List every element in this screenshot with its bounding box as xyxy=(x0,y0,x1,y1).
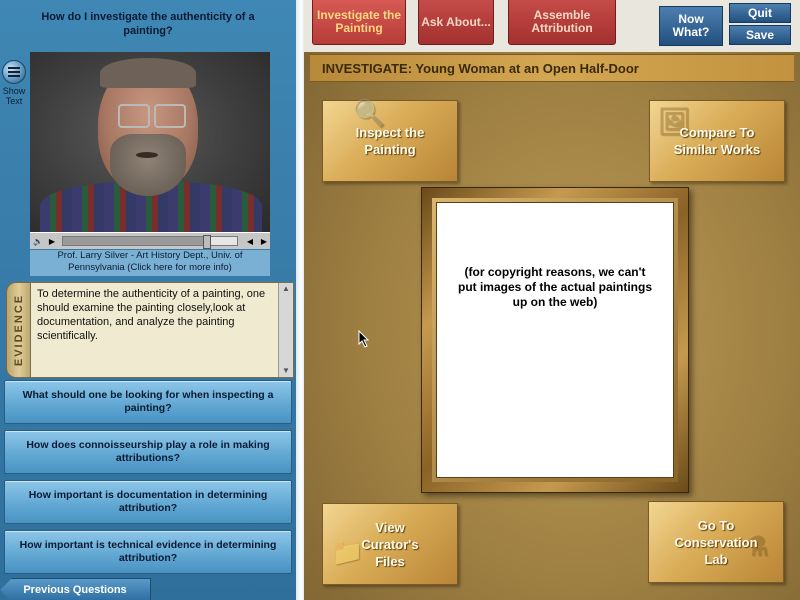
tab-ask-about[interactable]: Ask About... xyxy=(418,0,494,45)
curator-files-button[interactable]: 📁 View Curator's Files xyxy=(322,503,458,585)
frame-inner: (for copyright reasons, we can't put ima… xyxy=(432,198,678,482)
painting-canvas[interactable]: (for copyright reasons, we can't put ima… xyxy=(436,202,674,478)
video-hair xyxy=(100,58,196,88)
video-glasses-right xyxy=(154,104,186,128)
tab-investigate[interactable]: Investigate the Painting xyxy=(312,0,406,45)
show-text-icon[interactable] xyxy=(2,60,26,84)
page-title: INVESTIGATE: Young Woman at an Open Half… xyxy=(310,54,794,82)
video-mouth xyxy=(136,152,158,158)
video-player[interactable] xyxy=(30,52,270,232)
evidence-text: To determine the authenticity of a paint… xyxy=(37,288,266,342)
quit-button[interactable]: Quit xyxy=(729,3,791,23)
copyright-note: (for copyright reasons, we can't put ima… xyxy=(457,265,653,309)
question-title: How do I investigate the authenticity of… xyxy=(41,11,255,37)
magnifier-icon: 🔍 xyxy=(353,98,386,128)
evidence-tab-label: EVIDENCE xyxy=(13,293,25,367)
play-icon[interactable]: ▶ xyxy=(46,235,58,247)
scroll-up-icon[interactable]: ▲ xyxy=(279,283,293,295)
mouse-cursor-icon xyxy=(358,330,370,348)
previous-questions-button[interactable]: Previous Questions xyxy=(0,578,151,600)
question-button-2[interactable]: How does connoisseurship play a role in … xyxy=(4,430,292,474)
inspect-painting-button[interactable]: 🔍 Inspect the Painting xyxy=(322,100,458,182)
compare-works-label: Compare To Similar Works xyxy=(673,125,761,157)
question-button-4[interactable]: How important is technical evidence in d… xyxy=(4,530,292,574)
evidence-tab: EVIDENCE xyxy=(6,282,32,378)
save-button[interactable]: Save xyxy=(729,25,791,45)
show-text-toggle[interactable]: Show Text xyxy=(0,60,28,120)
step-forward-icon[interactable]: ▶ xyxy=(258,235,270,247)
question-button-1[interactable]: What should one be looking for when insp… xyxy=(4,380,292,424)
tab-assemble-attribution[interactable]: Assemble Attribution xyxy=(508,0,616,45)
video-beard xyxy=(110,134,186,196)
video-progress-fill xyxy=(63,237,206,245)
video-progress-slider[interactable] xyxy=(62,235,238,249)
conservation-lab-label: Go To Conservation Lab xyxy=(674,517,758,567)
video-glasses-left xyxy=(118,104,150,128)
question-button-3[interactable]: How important is documentation in determ… xyxy=(4,480,292,524)
step-back-icon[interactable]: ◀ xyxy=(244,235,256,247)
video-progress-thumb[interactable] xyxy=(202,235,211,249)
show-text-label: Show Text xyxy=(2,86,26,106)
inspect-painting-label: Inspect the Painting xyxy=(355,125,425,157)
volume-icon[interactable]: 🔈 xyxy=(32,235,44,247)
painting-frame: (for copyright reasons, we can't put ima… xyxy=(421,187,689,493)
video-controls: 🔈 ▶ ◀ ▶ xyxy=(30,232,270,249)
video-caption-link[interactable]: Prof. Larry Silver - Art History Dept., … xyxy=(30,250,270,276)
scroll-down-icon[interactable]: ▼ xyxy=(279,365,293,377)
evidence-box: To determine the authenticity of a paint… xyxy=(30,282,294,378)
conservation-lab-button[interactable]: ⚗ Go To Conservation Lab xyxy=(648,501,784,583)
now-what-button[interactable]: Now What? xyxy=(659,6,723,46)
evidence-scrollbar[interactable]: ▲ ▼ xyxy=(278,283,293,377)
compare-works-button[interactable]: 🖼 Compare To Similar Works xyxy=(649,100,785,182)
curator-files-label: View Curator's Files xyxy=(361,519,419,569)
left-panel: How do I investigate the authenticity of… xyxy=(0,0,300,600)
